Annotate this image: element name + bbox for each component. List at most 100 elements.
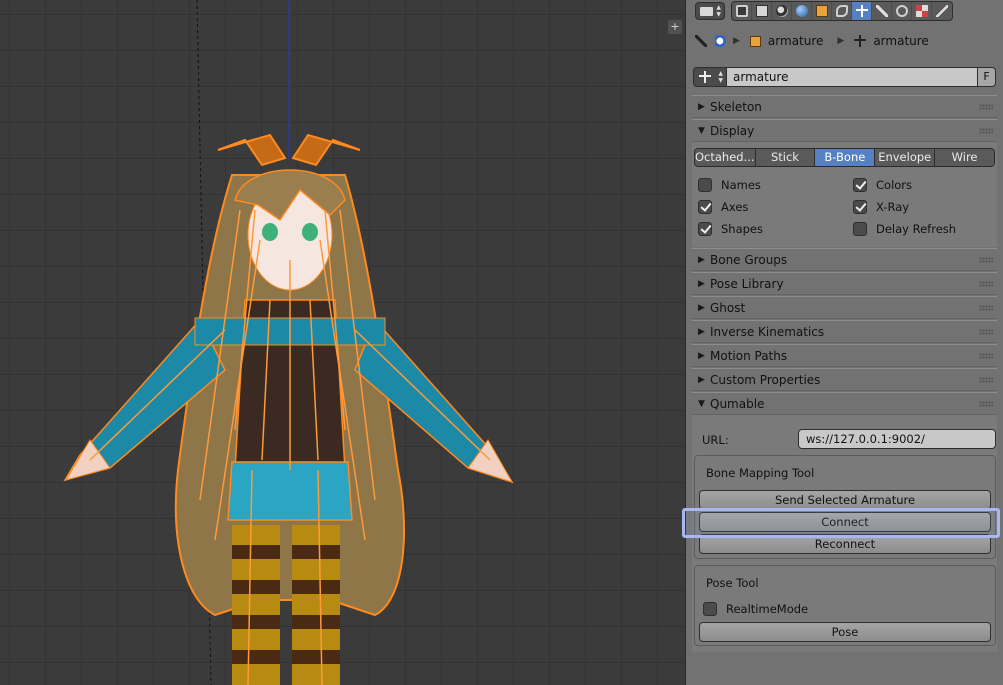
breadcrumb-data-label: armature — [873, 34, 929, 48]
checkbox-xray[interactable]: X-Ray — [853, 200, 909, 214]
panel-skeleton: ▶ Skeleton — [692, 95, 997, 118]
pose-button[interactable]: Pose — [699, 622, 991, 642]
draw-type-selector: Octahed... Stick B-Bone Envelope Wire — [694, 148, 995, 167]
panel-header-bone-groups[interactable]: ▶ Bone Groups — [692, 248, 997, 271]
panel-inverse-kinematics: ▶ Inverse Kinematics — [692, 320, 997, 343]
triangle-down-icon: ▼ — [698, 398, 705, 409]
panel-header-motion-paths[interactable]: ▶ Motion Paths — [692, 344, 997, 367]
viewport-toolshelf-toggle[interactable]: + — [668, 20, 682, 34]
panel-title: Motion Paths — [710, 348, 788, 363]
checkbox-colors[interactable]: Colors — [853, 178, 912, 192]
draw-type-bbone[interactable]: B-Bone — [815, 149, 876, 166]
properties-editor-icon — [700, 7, 713, 16]
drag-handle-icon[interactable] — [979, 329, 993, 335]
bone-constraints-icon — [896, 5, 908, 17]
checkbox-box[interactable] — [698, 222, 712, 236]
tab-material[interactable] — [912, 2, 932, 20]
tab-object[interactable] — [812, 2, 832, 20]
checkbox-label: Names — [721, 178, 761, 192]
panel-title: Bone Groups — [710, 252, 788, 267]
draw-type-octahedral[interactable]: Octahed... — [695, 149, 756, 166]
panel-header-qumable[interactable]: ▼ Qumable — [692, 392, 997, 415]
send-selected-armature-button[interactable]: Send Selected Armature — [699, 490, 991, 510]
triangle-right-icon: ▶ — [698, 302, 705, 313]
checkbox-label: Delay Refresh — [876, 222, 957, 236]
checkbox-label: Colors — [876, 178, 913, 192]
scene-icon — [776, 5, 788, 17]
breadcrumb: ▶ armature ▶ armature — [686, 27, 1003, 55]
triangle-right-icon: ▶ — [698, 374, 705, 385]
url-field[interactable]: ws://127.0.0.1:9002/ — [798, 429, 996, 449]
world-icon — [796, 5, 808, 17]
armature-icon — [699, 71, 711, 83]
checkbox-box[interactable] — [853, 222, 867, 236]
panel-header-inverse-kinematics[interactable]: ▶ Inverse Kinematics — [692, 320, 997, 343]
drag-handle-icon[interactable] — [979, 305, 993, 311]
editor-type-selector[interactable]: ▲ ▼ — [695, 2, 725, 20]
checkbox-box[interactable] — [703, 602, 717, 616]
pin-icon[interactable] — [695, 35, 707, 47]
panel-display: ▼ Display Octahed... Stick B-Bone Envelo… — [692, 119, 997, 247]
armature-icon — [854, 35, 867, 47]
checkbox-box[interactable] — [853, 178, 867, 192]
bone-icon — [876, 5, 888, 17]
checkbox-names[interactable]: Names — [698, 178, 761, 192]
checkbox-shapes[interactable]: Shapes — [698, 222, 763, 236]
drag-handle-icon[interactable] — [979, 281, 993, 287]
checkbox-label: Axes — [721, 200, 749, 214]
checkbox-delay-refresh[interactable]: Delay Refresh — [853, 222, 956, 236]
tab-bone[interactable] — [872, 2, 892, 20]
drag-handle-icon[interactable] — [979, 353, 993, 359]
panel-header-ghost[interactable]: ▶ Ghost — [692, 296, 997, 319]
tab-world[interactable] — [792, 2, 812, 20]
tab-render[interactable] — [732, 2, 752, 20]
tab-scene[interactable] — [772, 2, 792, 20]
drag-handle-icon[interactable] — [979, 377, 993, 383]
tab-physics[interactable] — [932, 2, 952, 20]
properties-editor: ▲ ▼ ▶ armature ▶ armature ▲ ▼ armature F… — [682, 0, 1003, 685]
panel-title: Skeleton — [710, 99, 762, 114]
constraints-icon — [836, 5, 848, 17]
panel-header-custom-properties[interactable]: ▶ Custom Properties — [692, 368, 997, 391]
checkbox-box[interactable] — [698, 178, 712, 192]
3d-viewport[interactable]: + — [0, 0, 685, 685]
fake-user-button[interactable]: F — [978, 67, 996, 87]
drag-handle-icon[interactable] — [979, 257, 993, 263]
drag-handle-icon[interactable] — [979, 128, 993, 134]
checkbox-label: RealtimeMode — [726, 602, 809, 616]
checkbox-box[interactable] — [698, 200, 712, 214]
tab-data-armature[interactable] — [852, 2, 872, 20]
panel-bone-groups: ▶ Bone Groups — [692, 248, 997, 271]
triangle-right-icon: ▶ — [698, 326, 705, 337]
url-label: URL: — [702, 433, 729, 447]
checkbox-box[interactable] — [853, 200, 867, 214]
panel-header-skeleton[interactable]: ▶ Skeleton — [692, 95, 997, 118]
tab-constraints[interactable] — [832, 2, 852, 20]
tab-render-layers[interactable] — [752, 2, 772, 20]
dropdown-arrows-icon: ▲ ▼ — [716, 4, 721, 18]
tab-bone-constraints[interactable] — [892, 2, 912, 20]
render-icon — [736, 5, 748, 17]
panel-header-display[interactable]: ▼ Display — [692, 119, 997, 142]
bone-mapping-box: Bone Mapping Tool Send Selected Armature… — [694, 455, 996, 559]
draw-type-envelope[interactable]: Envelope — [875, 149, 936, 166]
drag-handle-icon[interactable] — [979, 104, 993, 110]
panel-ghost: ▶ Ghost — [692, 296, 997, 319]
dropdown-arrows-icon: ▲ ▼ — [718, 70, 723, 84]
scene-render — [63, 0, 514, 685]
datablock-browse-button[interactable]: ▲ ▼ — [693, 67, 727, 87]
breadcrumb-object-label: armature — [767, 34, 824, 48]
breadcrumb-data: armature — [854, 34, 929, 48]
breadcrumb-object: armature — [749, 34, 824, 48]
panel-pose-library: ▶ Pose Library — [692, 272, 997, 295]
panel-header-pose-library[interactable]: ▶ Pose Library — [692, 272, 997, 295]
draw-type-wire[interactable]: Wire — [935, 149, 994, 166]
datablock-name-field[interactable]: armature — [727, 67, 978, 87]
properties-header: ▲ ▼ — [686, 0, 1003, 23]
checkbox-axes[interactable]: Axes — [698, 200, 748, 214]
chevron-right-icon: ▶ — [837, 36, 845, 46]
checkbox-label: Shapes — [721, 222, 764, 236]
checkbox-realtime-mode[interactable]: RealtimeMode — [703, 602, 808, 616]
drag-handle-icon[interactable] — [979, 401, 993, 407]
draw-type-stick[interactable]: Stick — [755, 149, 816, 166]
